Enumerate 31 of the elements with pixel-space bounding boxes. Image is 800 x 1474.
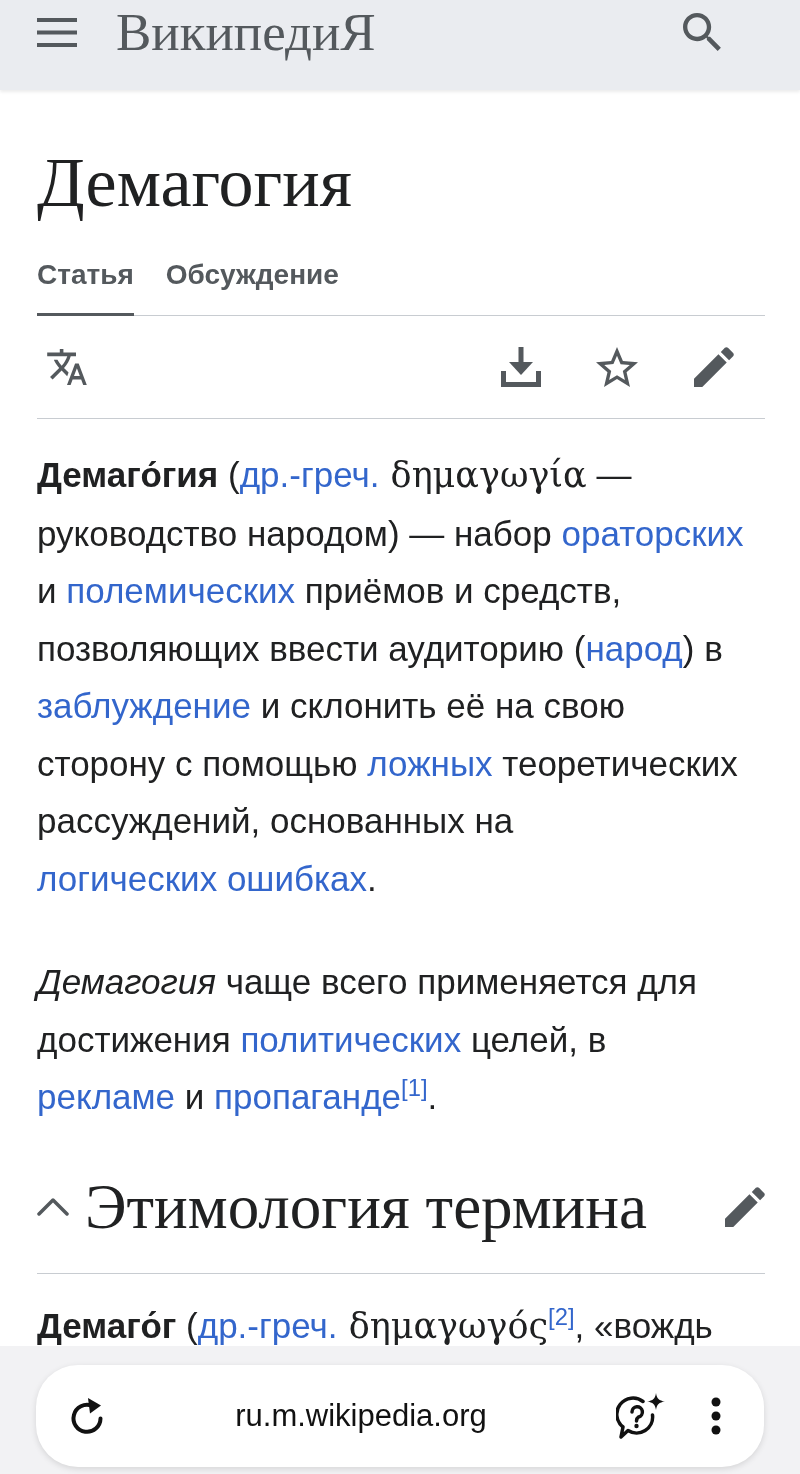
search-icon[interactable] (683, 12, 722, 52)
menu-icon[interactable] (37, 17, 77, 47)
page-tab[interactable]: Обсуждение (165, 258, 339, 316)
star-icon[interactable] (596, 347, 638, 387)
edit-icon[interactable] (725, 1186, 765, 1227)
site-logo[interactable]: ВикипедиЯ (116, 3, 376, 61)
edit-icon[interactable] (694, 347, 734, 387)
article-link[interactable]: политических (240, 1019, 462, 1059)
article-link[interactable]: ложных (367, 743, 493, 783)
article-link[interactable]: народ (585, 628, 683, 668)
chat-sparkle-icon[interactable] (616, 1392, 665, 1440)
article-link[interactable]: пропаганде (214, 1077, 402, 1116)
article-link[interactable]: заблуждение (37, 686, 251, 725)
chevron-icon[interactable] (37, 1197, 69, 1216)
article-link[interactable]: ораторских (561, 513, 744, 553)
footnote-link[interactable]: [2] (548, 1302, 575, 1330)
url-text[interactable]: ru.m.wikipedia.org (106, 1396, 616, 1436)
page-title: Демагогия (37, 145, 353, 221)
download-icon[interactable] (501, 347, 541, 387)
article-link[interactable]: рекламе (37, 1077, 176, 1116)
article-paragraph: Демаго́г (др.-греч. δημαγωγός$^{[2]}$, «вождь (37, 1304, 714, 1346)
article-link[interactable]: полемических (66, 571, 295, 610)
article-paragraph: Демаго́гия (др.-греч. δημαγωγία — руководство народом) — набор ораторских и полемических приёмов и средств, позволяющих ввести аудиторию (народ) в заблуждение и склонить её на свою сторону с помощью ложных теоретических рассуждений, основанных на логических ошибках. (37, 454, 745, 900)
translate-icon[interactable] (47, 349, 87, 385)
section-heading[interactable]: Этимология термина (85, 1171, 647, 1242)
page-tab[interactable]: Статья (37, 258, 134, 316)
article-link[interactable]: др.-греч. (239, 455, 380, 494)
more-options-icon[interactable] (711, 1397, 721, 1435)
article-link[interactable]: логических ошибках (37, 858, 368, 898)
article-link[interactable]: др.-греч. (197, 1305, 338, 1345)
footnote-link[interactable]: [1] (401, 1074, 428, 1102)
